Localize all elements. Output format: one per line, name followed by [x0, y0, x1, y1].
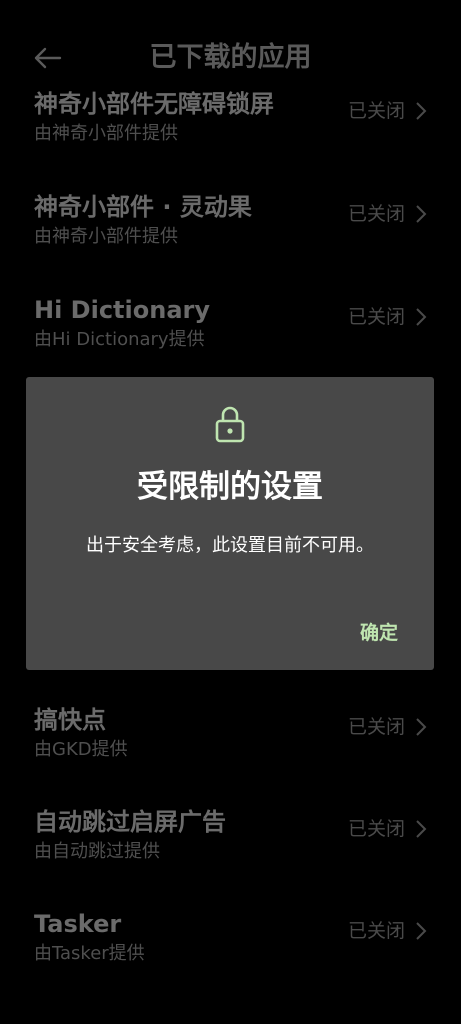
app-list-item[interactable]: 自动跳过启屏广告 由自动跳过提供 已关闭	[0, 806, 461, 910]
app-provider: 由Hi Dictionary提供	[34, 329, 205, 350]
app-provider: 由神奇小部件提供	[34, 226, 178, 247]
ok-button[interactable]: 确定	[356, 619, 402, 647]
app-status: 已关闭	[347, 203, 405, 225]
chevron-right-icon	[416, 102, 427, 120]
app-provider: 由自动跳过提供	[34, 841, 160, 862]
app-status: 已关闭	[347, 818, 405, 840]
app-provider: 由GKD提供	[34, 739, 128, 760]
dialog-title: 受限制的设置	[137, 469, 323, 505]
app-list-item[interactable]: Tasker 由Tasker提供 已关闭	[0, 908, 461, 1012]
chevron-right-icon	[416, 820, 427, 838]
app-name: Hi Dictionary	[34, 296, 210, 324]
app-name: Tasker	[34, 910, 122, 938]
app-status: 已关闭	[347, 306, 405, 328]
header: 已下载的应用	[0, 0, 461, 90]
app-list-item[interactable]: 神奇小部件无障碍锁屏 由神奇小部件提供 已关闭	[0, 88, 461, 192]
dialog-message: 出于安全考虑，此设置目前不可用。	[86, 535, 374, 556]
app-provider: 由神奇小部件提供	[34, 123, 178, 144]
chevron-right-icon	[416, 205, 427, 223]
chevron-right-icon	[416, 922, 427, 940]
app-status: 已关闭	[347, 716, 405, 738]
app-name: 神奇小部件无障碍锁屏	[34, 90, 274, 118]
app-provider: 由Tasker提供	[34, 943, 145, 964]
app-name: 神奇小部件 · 灵动果	[34, 193, 252, 221]
lock-icon	[215, 406, 245, 443]
chevron-right-icon	[416, 718, 427, 736]
app-name: 搞快点	[34, 706, 106, 734]
app-status: 已关闭	[347, 920, 405, 942]
app-status: 已关闭	[347, 100, 405, 122]
page-title: 已下载的应用	[149, 42, 312, 73]
chevron-right-icon	[416, 308, 427, 326]
app-list-item[interactable]: 神奇小部件 · 灵动果 由神奇小部件提供 已关闭	[0, 191, 461, 295]
app-list-item[interactable]: 搞快点 由GKD提供 已关闭	[0, 704, 461, 808]
restricted-settings-dialog: 受限制的设置 出于安全考虑，此设置目前不可用。 确定	[26, 377, 434, 670]
app-name: 自动跳过启屏广告	[34, 808, 226, 836]
